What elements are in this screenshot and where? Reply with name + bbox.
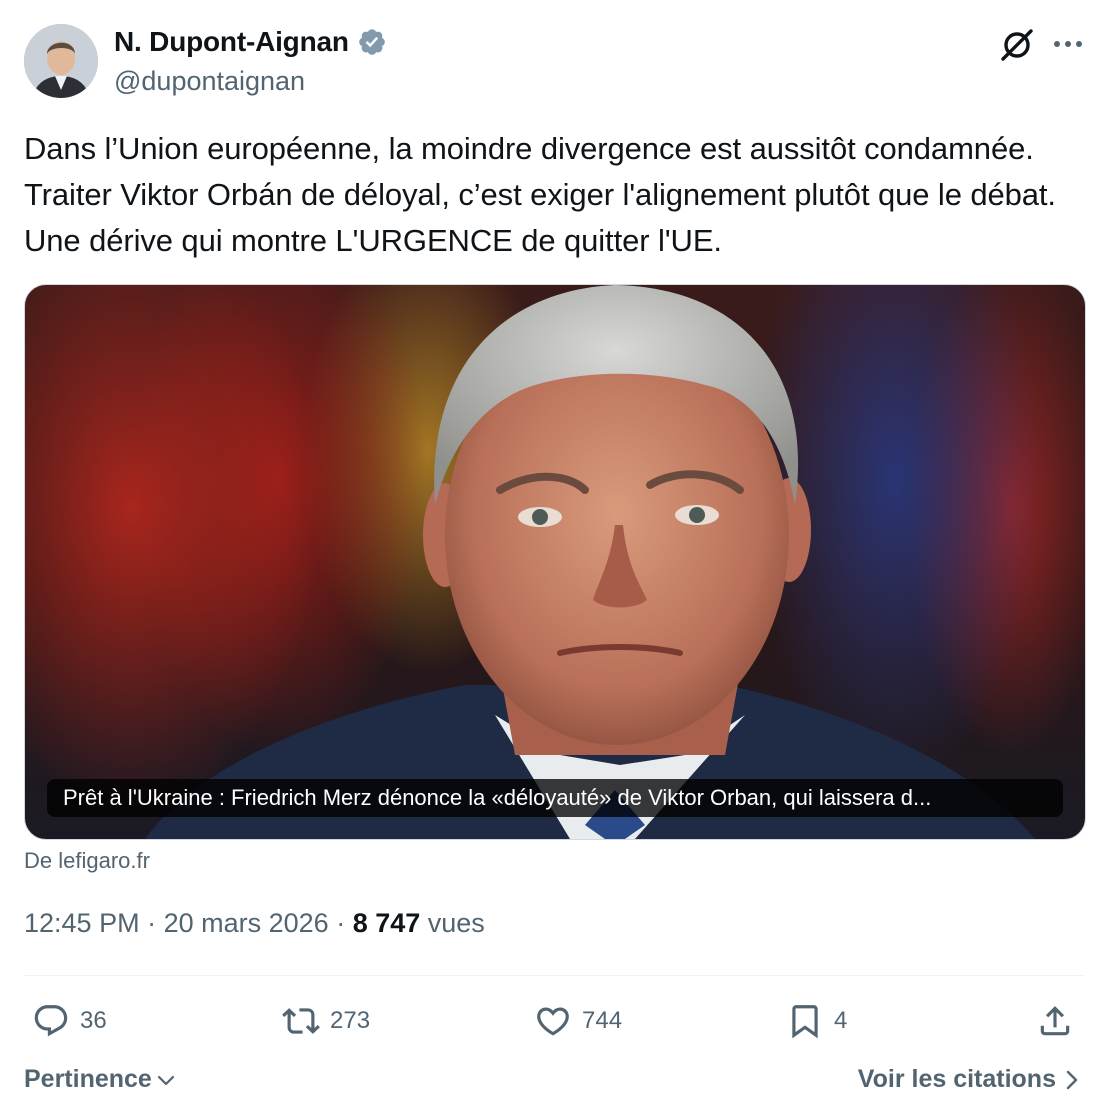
meta-separator: · [328, 908, 353, 938]
tweet-time[interactable]: 12:45 PM [24, 908, 140, 939]
author-handle[interactable]: @dupontaignan [114, 66, 305, 97]
heart-icon [537, 1007, 569, 1036]
share-button[interactable] [1036, 998, 1074, 1044]
repost-icon [282, 1008, 320, 1034]
divider [24, 975, 1084, 976]
view-quotes-link[interactable]: Voir les citations [858, 1065, 1080, 1094]
reply-count: 36 [80, 1007, 107, 1034]
share-icon [1040, 1006, 1070, 1036]
verified-badge-icon[interactable] [357, 27, 387, 57]
display-name[interactable]: N. Dupont-Aignan [114, 26, 349, 58]
quotes-label: Voir les citations [857, 1065, 1056, 1093]
chevron-right-icon [1066, 1070, 1078, 1089]
sort-selector[interactable]: Pertinence [24, 1065, 176, 1094]
bookmark-count: 4 [834, 1007, 848, 1034]
sort-label: Pertinence [24, 1065, 152, 1093]
more-icon[interactable] [1052, 30, 1084, 58]
tweet-text: Dans l’Union européenne, la moindre dive… [24, 131, 1056, 258]
views-label: vues [420, 908, 485, 938]
link-card[interactable]: Prêt à l'Ukraine : Friedrich Merz dénonc… [24, 284, 1086, 840]
card-source-link[interactable]: De lefigaro.fr [24, 848, 150, 874]
tweet-date[interactable]: 20 mars 2026 [164, 908, 329, 939]
bookmark-button[interactable]: 4 [786, 998, 847, 1044]
repost-count: 273 [330, 1007, 371, 1034]
meta-separator: · [139, 908, 164, 938]
like-count: 744 [582, 1007, 623, 1034]
reply-button[interactable]: 36 [32, 998, 107, 1044]
card-caption: Prêt à l'Ukraine : Friedrich Merz dénonc… [47, 779, 1063, 817]
views-count: 8 747 [352, 908, 421, 938]
repost-button[interactable]: 273 [282, 998, 370, 1044]
reply-icon [34, 1005, 68, 1037]
card-photo [145, 285, 1035, 839]
like-button[interactable]: 744 [534, 998, 622, 1044]
avatar[interactable] [24, 24, 98, 98]
avatar-photo [24, 24, 98, 98]
tweet-meta: 12:45 PM · 20 mars 2026 · 8 747 vues [24, 908, 485, 939]
author-name-row: N. Dupont-Aignan [114, 26, 387, 58]
chevron-down-icon [157, 1075, 174, 1085]
grok-icon[interactable] [998, 26, 1036, 64]
bookmark-icon [792, 1005, 818, 1039]
